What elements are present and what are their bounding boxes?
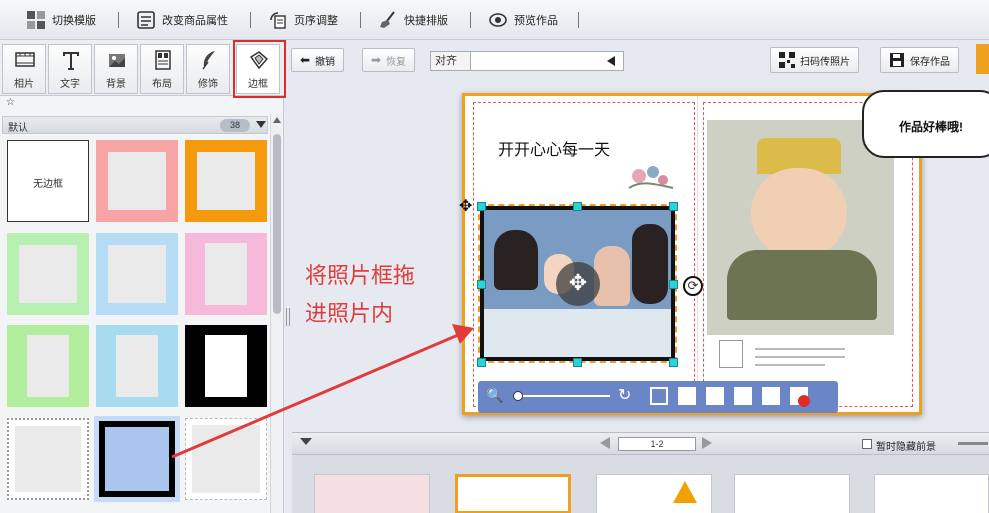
hide-foreground-checkbox[interactable] (862, 439, 872, 449)
strip-header: 1-2 暂时隐藏前景 (292, 433, 989, 455)
next-page-icon[interactable] (702, 437, 712, 449)
hide-foreground-label: 暂时隐藏前景 (876, 442, 936, 453)
collapse-strip-icon[interactable] (300, 438, 312, 445)
page-thumbnail[interactable] (596, 474, 712, 513)
thumb-size-slider[interactable] (958, 442, 988, 445)
page-indicator[interactable]: 1-2 (618, 437, 696, 451)
page-thumbnail[interactable] (314, 474, 430, 513)
page-thumbnail-active[interactable] (455, 474, 571, 513)
page-thumbnail[interactable] (734, 474, 850, 513)
prev-page-icon[interactable] (600, 437, 610, 449)
warning-icon (673, 481, 697, 503)
page-thumbnail-strip: 1-2 暂时隐藏前景 (292, 432, 989, 513)
page-thumbnail[interactable] (874, 474, 989, 513)
